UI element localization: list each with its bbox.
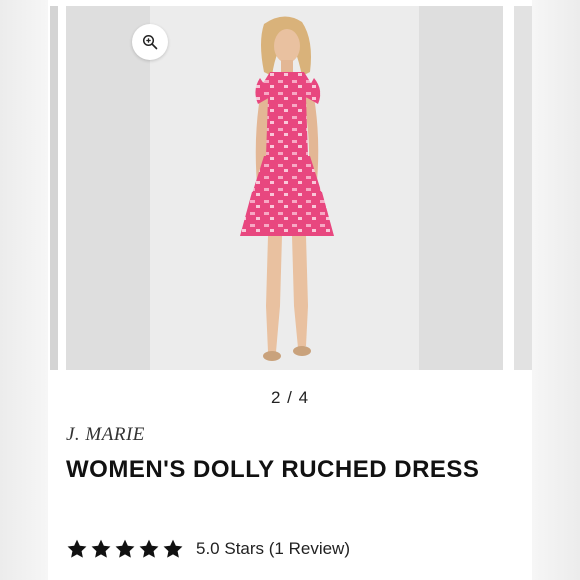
product-image[interactable] (66, 6, 503, 370)
star-icon (91, 539, 111, 558)
zoom-in-icon (142, 34, 158, 50)
star-icon (115, 539, 135, 558)
page-edge-left (0, 0, 48, 580)
page-edge-right (532, 0, 580, 580)
star-rating (66, 538, 184, 560)
product-image-gallery[interactable] (48, 0, 532, 370)
zoom-button[interactable] (132, 24, 168, 60)
star-icon (67, 539, 87, 558)
product-title: WOMEN'S DOLLY RUCHED DRESS (66, 456, 480, 483)
star-icon (139, 539, 159, 558)
brand-name[interactable]: J. MARIE (66, 424, 145, 446)
rating-summary[interactable]: 5.0 Stars (1 Review) (66, 538, 350, 560)
gallery-counter: 2 / 4 (270, 388, 310, 407)
star-icon (163, 539, 183, 558)
rating-text: 5.0 Stars (1 Review) (196, 539, 350, 558)
next-slide-peek[interactable] (514, 6, 532, 370)
model-wearing-dress (240, 16, 334, 361)
previous-slide-peek[interactable] (50, 6, 58, 370)
